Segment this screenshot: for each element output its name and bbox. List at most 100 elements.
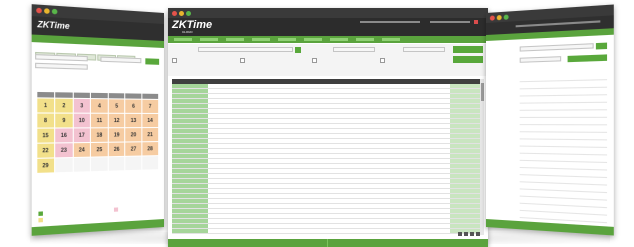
table-cell <box>242 229 276 233</box>
calendar-day[interactable]: 19 <box>108 127 125 142</box>
calendar-day[interactable] <box>142 155 158 170</box>
weekday-cell <box>142 93 158 99</box>
export-button[interactable] <box>453 56 483 63</box>
calendar-day[interactable]: 28 <box>142 141 158 155</box>
filter-input[interactable] <box>35 62 88 70</box>
calendar-day[interactable]: 22 <box>36 142 55 158</box>
calendar-day[interactable] <box>55 157 73 172</box>
nav-item[interactable] <box>304 38 322 41</box>
minimize-icon[interactable] <box>179 10 184 16</box>
start-date-field[interactable] <box>333 47 375 52</box>
calendar-day[interactable]: 29 <box>36 157 55 173</box>
calendar-day[interactable]: 18 <box>91 127 108 142</box>
list-item[interactable] <box>519 110 608 118</box>
action-button-left[interactable] <box>168 239 328 247</box>
nav-item[interactable] <box>252 38 270 41</box>
first-page-icon[interactable] <box>458 232 462 236</box>
calendar-day[interactable]: 20 <box>125 127 142 141</box>
search-button[interactable] <box>595 42 608 50</box>
filter-input[interactable] <box>519 56 562 63</box>
calendar-day[interactable]: 11 <box>91 113 108 127</box>
calendar-day[interactable]: 27 <box>125 141 142 156</box>
calendar-day[interactable]: 17 <box>73 127 91 142</box>
maximize-icon[interactable] <box>186 10 191 16</box>
table-row[interactable] <box>172 229 480 234</box>
option-checkbox[interactable] <box>312 58 317 63</box>
table-cell <box>172 149 208 153</box>
table-cell <box>410 204 450 208</box>
nav-item[interactable] <box>356 38 374 41</box>
calendar-day[interactable]: 4 <box>91 98 108 113</box>
filter-input[interactable] <box>100 56 142 64</box>
calendar-day[interactable]: 9 <box>55 113 73 127</box>
calendar-day[interactable] <box>125 156 142 170</box>
calendar-day[interactable]: 21 <box>142 127 158 141</box>
calendar-day[interactable] <box>108 156 125 171</box>
action-button-right[interactable] <box>328 239 488 247</box>
user-menu-text[interactable] <box>515 20 601 28</box>
table-cell <box>208 229 242 233</box>
table-cell <box>172 154 208 158</box>
nav-item[interactable] <box>174 38 192 41</box>
calendar-day[interactable]: 15 <box>36 128 55 143</box>
end-date-field[interactable] <box>403 47 445 52</box>
table-cell <box>343 119 377 123</box>
calendar-day[interactable]: 7 <box>142 99 158 113</box>
logout-icon[interactable] <box>474 20 478 24</box>
option-checkbox[interactable] <box>240 58 245 63</box>
calendar-day[interactable]: 5 <box>108 98 125 113</box>
table-cell <box>172 224 208 228</box>
prev-page-icon[interactable] <box>464 232 468 236</box>
next-page-icon[interactable] <box>470 232 474 236</box>
calendar-day[interactable]: 23 <box>55 142 73 157</box>
option-checkbox[interactable] <box>172 58 177 63</box>
user-menu[interactable] <box>360 20 480 24</box>
table-cell <box>410 109 450 113</box>
maximize-icon[interactable] <box>51 8 58 15</box>
table-cell <box>343 204 377 208</box>
table-cell <box>309 129 343 133</box>
calendar-day[interactable]: 3 <box>73 98 91 113</box>
table-cell <box>410 129 450 133</box>
nav-item[interactable] <box>278 38 296 41</box>
close-icon[interactable] <box>489 14 495 21</box>
search-icon[interactable] <box>295 47 301 53</box>
calendar-day[interactable]: 25 <box>91 142 108 157</box>
query-button[interactable] <box>453 46 483 53</box>
scrollbar-thumb[interactable] <box>480 83 484 101</box>
calendar-day[interactable] <box>91 156 108 171</box>
minimize-icon[interactable] <box>44 8 50 14</box>
option-checkbox[interactable] <box>380 58 385 63</box>
nav-item[interactable] <box>330 38 348 41</box>
minimize-icon[interactable] <box>496 14 502 20</box>
calendar-day[interactable]: 10 <box>73 113 91 127</box>
nav-item[interactable] <box>226 38 244 41</box>
close-icon[interactable] <box>172 10 177 16</box>
calendar-day[interactable]: 16 <box>55 127 73 142</box>
last-page-icon[interactable] <box>476 232 480 236</box>
filter-input[interactable] <box>35 54 88 62</box>
close-icon[interactable] <box>36 7 42 14</box>
confirm-button[interactable] <box>567 54 608 63</box>
calendar-day[interactable]: 2 <box>55 98 73 113</box>
calendar-day[interactable]: 6 <box>125 99 142 113</box>
calendar-day[interactable]: 24 <box>73 142 91 157</box>
table-cell <box>208 109 242 113</box>
nav-item[interactable] <box>382 38 400 41</box>
table-scrollbar[interactable] <box>480 79 484 235</box>
calendar-day[interactable]: 8 <box>36 112 55 128</box>
search-button[interactable] <box>145 58 160 65</box>
calendar-day[interactable]: 13 <box>125 113 142 127</box>
calendar-day[interactable]: 1 <box>36 97 55 112</box>
user-list <box>519 72 608 236</box>
calendar-day[interactable]: 14 <box>142 113 158 127</box>
table-cell <box>377 214 411 218</box>
calendar-day[interactable] <box>73 157 91 172</box>
calendar-day[interactable]: 26 <box>108 142 125 156</box>
department-select[interactable] <box>198 47 293 52</box>
calendar-day[interactable]: 12 <box>108 113 125 127</box>
nav-item[interactable] <box>200 38 218 41</box>
search-input[interactable] <box>519 43 594 52</box>
maximize-icon[interactable] <box>503 14 509 20</box>
table-cell <box>450 119 480 123</box>
